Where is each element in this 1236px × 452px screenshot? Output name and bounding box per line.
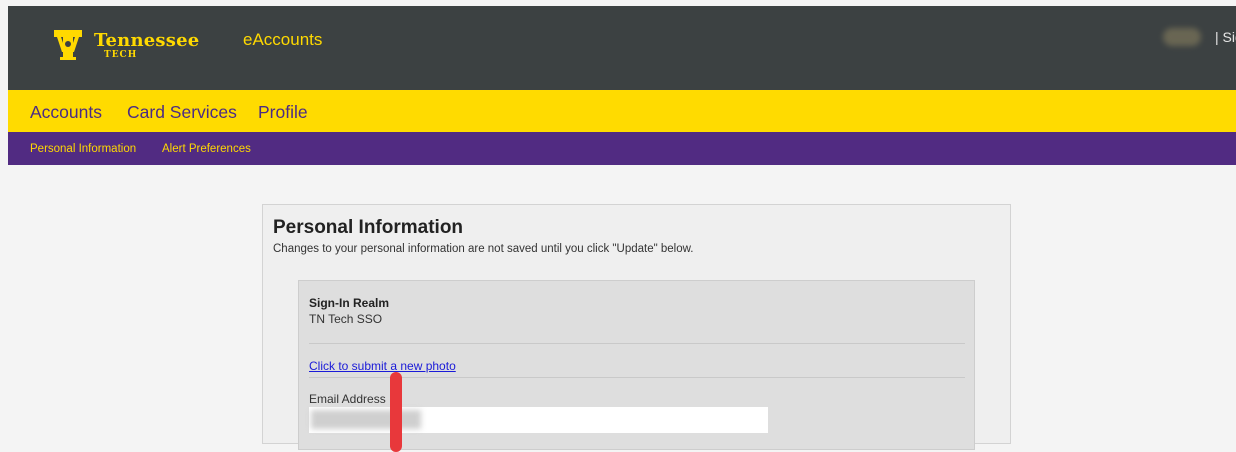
main-navigation: Accounts Card Services Profile <box>8 90 1236 132</box>
logo-subtitle: TECH <box>104 50 138 60</box>
subnav-item-personal-information[interactable]: Personal Information <box>30 142 136 156</box>
logo-wordmark[interactable]: Tennessee <box>94 32 199 50</box>
nav-item-profile[interactable]: Profile <box>258 102 308 122</box>
sign-in-realm-value: TN Tech SSO <box>309 312 383 326</box>
personal-information-panel: Personal Information Changes to your per… <box>262 204 1011 450</box>
page-title: Personal Information <box>273 217 464 238</box>
nav-item-accounts[interactable]: Accounts <box>30 102 102 122</box>
red-annotation-marker <box>390 372 402 452</box>
header-bar: Tennessee TECH eAccounts | Sig <box>8 6 1236 90</box>
divider <box>309 377 965 378</box>
page-subtitle: Changes to your personal information are… <box>273 243 694 255</box>
user-name-redacted[interactable] <box>1163 28 1201 46</box>
submit-photo-link[interactable]: Click to submit a new photo <box>309 359 456 373</box>
email-address-label: Email Address <box>309 392 386 406</box>
app-title[interactable]: eAccounts <box>243 30 322 50</box>
sub-navigation: Personal Information Alert Preferences <box>8 132 1236 165</box>
divider <box>309 343 965 344</box>
subnav-item-alert-preferences[interactable]: Alert Preferences <box>162 142 251 156</box>
tennessee-tech-logo-icon[interactable] <box>54 30 82 60</box>
sign-out-link[interactable]: | Sig <box>1215 28 1236 46</box>
email-value-redacted <box>311 410 421 429</box>
sign-in-realm-label: Sign-In Realm <box>309 296 390 310</box>
nav-item-card-services[interactable]: Card Services <box>127 102 237 122</box>
